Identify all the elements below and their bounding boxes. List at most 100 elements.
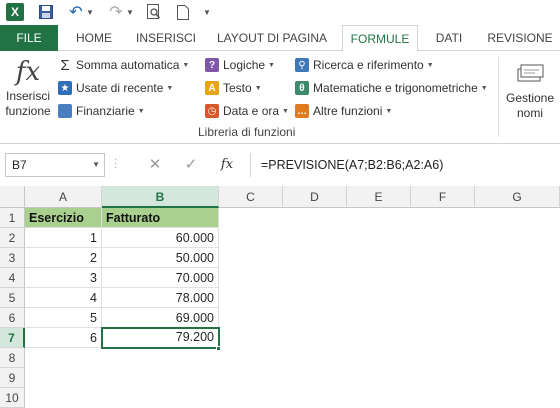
sigma-icon: Σ bbox=[60, 56, 70, 74]
chevron-down-icon: ▼ bbox=[426, 61, 434, 69]
row-header[interactable]: 3 bbox=[0, 248, 25, 268]
redo-dropdown-icon[interactable]: ▼ bbox=[126, 2, 134, 22]
recently-used-button[interactable]: ★ Usate di recente ▼ bbox=[58, 78, 173, 98]
financial-button[interactable]: Finanziarie ▼ bbox=[58, 101, 145, 121]
new-document-icon[interactable] bbox=[176, 2, 190, 22]
row-header[interactable]: 4 bbox=[0, 268, 25, 288]
row-header[interactable]: 6 bbox=[0, 308, 25, 328]
cell-b2[interactable]: 60.000 bbox=[102, 228, 219, 248]
formula-input[interactable]: =PREVISIONE(A7;B2:B6;A2:A6) bbox=[250, 153, 560, 177]
cell-b3[interactable]: 50.000 bbox=[102, 248, 219, 268]
formula-bar: B7 ▼ · · · ✕ ✓ fx =PREVISIONE(A7;B2:B6;A2:… bbox=[0, 150, 560, 180]
star-icon: ★ bbox=[58, 81, 72, 95]
date-time-label: Data e ora bbox=[223, 104, 280, 118]
chevron-down-icon: ▼ bbox=[182, 61, 190, 69]
column-header-d[interactable]: D bbox=[283, 186, 347, 208]
math-trig-label: Matematiche e trigonometriche bbox=[313, 81, 478, 95]
cell-b5[interactable]: 78.000 bbox=[102, 288, 219, 308]
date-time-button[interactable]: ◷ Data e ora ▼ bbox=[205, 101, 289, 121]
column-header-b[interactable]: B bbox=[102, 186, 219, 208]
cell-a2[interactable]: 1 bbox=[25, 228, 102, 248]
redo-icon[interactable]: ↷ bbox=[108, 2, 124, 22]
lookup-reference-label: Ricerca e riferimento bbox=[313, 58, 424, 72]
cell-b4[interactable]: 70.000 bbox=[102, 268, 219, 288]
tab-file[interactable]: FILE bbox=[0, 25, 58, 51]
cell-a6[interactable]: 5 bbox=[25, 308, 102, 328]
chevron-down-icon: ▼ bbox=[254, 84, 262, 92]
text-book-icon: A bbox=[205, 81, 219, 95]
row-header[interactable]: 2 bbox=[0, 228, 25, 248]
more-functions-button[interactable]: … Altre funzioni ▼ bbox=[295, 101, 392, 121]
name-manager-label-1: Gestione bbox=[505, 91, 555, 105]
tab-review[interactable]: REVISIONE bbox=[480, 25, 560, 51]
tab-home[interactable]: HOME bbox=[64, 25, 124, 51]
recently-used-label: Usate di recente bbox=[76, 81, 164, 95]
undo-dropdown-icon[interactable]: ▼ bbox=[86, 2, 94, 22]
function-library-group-label: Libreria di funzioni bbox=[198, 125, 296, 139]
book-icon bbox=[58, 104, 72, 118]
undo-icon[interactable]: ↶ bbox=[68, 2, 84, 22]
insert-function-label-2: funzione bbox=[5, 104, 51, 118]
chevron-down-icon[interactable]: ▼ bbox=[92, 154, 100, 176]
cell-a1[interactable]: Esercizio bbox=[25, 208, 102, 228]
chevron-down-icon: ▼ bbox=[282, 107, 289, 115]
save-icon[interactable] bbox=[38, 2, 54, 22]
tab-insert[interactable]: INSERISCI bbox=[130, 25, 202, 51]
cell-b1[interactable]: Fatturato bbox=[102, 208, 219, 228]
text-button[interactable]: A Testo ▼ bbox=[205, 78, 262, 98]
cell-b6[interactable]: 69.000 bbox=[102, 308, 219, 328]
select-all-corner[interactable] bbox=[0, 186, 25, 208]
name-manager-button[interactable]: Gestione nomi bbox=[502, 57, 558, 121]
clock-icon: ◷ bbox=[205, 104, 219, 118]
name-box[interactable]: B7 ▼ bbox=[5, 153, 105, 177]
row-header[interactable]: 10 bbox=[0, 388, 25, 408]
name-manager-icon bbox=[502, 57, 558, 89]
row-header[interactable]: 5 bbox=[0, 288, 25, 308]
math-trig-button[interactable]: θ Matematiche e trigonometriche ▼ bbox=[295, 78, 488, 98]
worksheet-grid: A B C D E F G 1 2 3 4 5 6 7 8 9 10 Eserc… bbox=[0, 186, 560, 408]
chevron-down-icon: ▼ bbox=[268, 61, 275, 69]
row-header[interactable]: 1 bbox=[0, 208, 25, 228]
column-header-c[interactable]: C bbox=[219, 186, 283, 208]
column-header-f[interactable]: F bbox=[411, 186, 475, 208]
column-header-g[interactable]: G bbox=[475, 186, 560, 208]
cell-a3[interactable]: 2 bbox=[25, 248, 102, 268]
column-header-a[interactable]: A bbox=[25, 186, 102, 208]
cell-b7-active[interactable]: 79.200 bbox=[101, 327, 220, 349]
financial-label: Finanziarie bbox=[76, 104, 135, 118]
tab-formulas[interactable]: FORMULE bbox=[342, 25, 418, 52]
ribbon: fx Inserisci funzione Σ Somma automatica… bbox=[0, 51, 560, 144]
name-manager-label-2: nomi bbox=[516, 106, 543, 120]
tab-data[interactable]: DATI bbox=[426, 25, 472, 51]
chevron-down-icon: ▼ bbox=[480, 84, 488, 92]
more-functions-label: Altre funzioni bbox=[313, 104, 383, 118]
cell-a7[interactable]: 6 bbox=[25, 328, 102, 348]
excel-logo-icon: X bbox=[6, 3, 24, 21]
fill-handle[interactable] bbox=[216, 346, 221, 351]
customize-toolbar-icon[interactable]: ▼ bbox=[202, 2, 212, 22]
formula-bar-grip-icon[interactable]: · · · bbox=[114, 155, 122, 173]
logical-button[interactable]: ? Logiche ▼ bbox=[205, 55, 275, 75]
search-book-icon: ⚲ bbox=[295, 58, 309, 72]
row-header[interactable]: 8 bbox=[0, 348, 25, 368]
print-preview-icon[interactable] bbox=[146, 2, 162, 22]
row-header-selected[interactable]: 7 bbox=[0, 328, 25, 348]
function-icon: fx bbox=[15, 57, 41, 87]
tab-page-layout[interactable]: LAYOUT DI PAGINA bbox=[210, 25, 334, 51]
autosum-button[interactable]: Σ Somma automatica ▼ bbox=[58, 55, 189, 75]
ribbon-divider bbox=[498, 57, 499, 137]
cancel-icon[interactable]: ✕ bbox=[144, 155, 166, 175]
column-header-e[interactable]: E bbox=[347, 186, 411, 208]
text-label: Testo bbox=[223, 81, 252, 95]
logical-label: Logiche bbox=[223, 58, 266, 72]
insert-function-button[interactable]: fx Inserisci funzione bbox=[4, 57, 52, 119]
chevron-down-icon: ▼ bbox=[137, 107, 145, 115]
confirm-icon[interactable]: ✓ bbox=[180, 155, 202, 175]
insert-function-icon[interactable]: fx bbox=[216, 155, 238, 175]
row-header[interactable]: 9 bbox=[0, 368, 25, 388]
lookup-reference-button[interactable]: ⚲ Ricerca e riferimento ▼ bbox=[295, 55, 434, 75]
cell-a4[interactable]: 3 bbox=[25, 268, 102, 288]
question-book-icon: ? bbox=[205, 58, 219, 72]
cell-a5[interactable]: 4 bbox=[25, 288, 102, 308]
name-box-value: B7 bbox=[12, 158, 27, 172]
